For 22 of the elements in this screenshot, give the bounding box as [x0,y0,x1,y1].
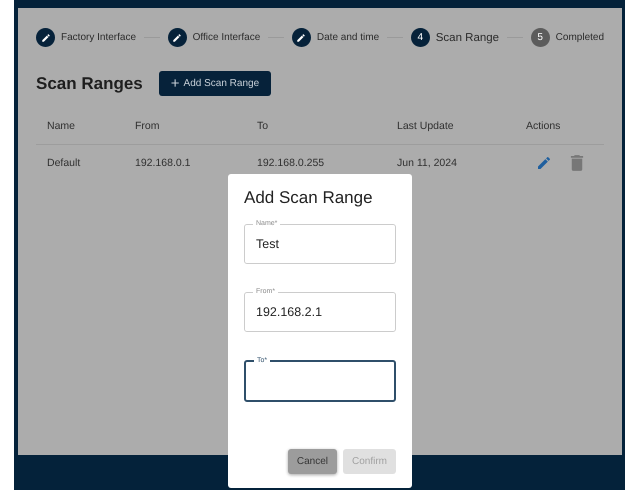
step-number: 5 [530,28,550,47]
edit-icon[interactable] [536,155,552,171]
dialog-button[interactable]: Cancel [288,449,337,474]
stepper-step[interactable]: Office Interface [168,28,260,47]
dialog-title: Add Scan Range [244,188,374,208]
step-number: 4 [410,28,430,47]
table-cell-text: 192.168.0.1 [135,157,192,169]
page-title: Scan Ranges [36,74,143,94]
table-cell-text: 192.168.0.255 [257,157,326,169]
trash-icon[interactable] [570,155,584,171]
stepper-step[interactable]: Factory Interface [36,28,136,47]
column-header: Name [47,120,76,132]
add-scan-range-button[interactable]: + Add Scan Range [158,71,272,96]
stepper-step[interactable]: 4 Scan Range [410,28,500,47]
column-header: Actions [526,120,560,132]
column-header: From [135,120,160,132]
column-header: Last Update [397,120,455,132]
column-header: To [257,120,270,132]
stepper-step[interactable]: Date and time [292,28,380,47]
table-cell-text: Default [47,157,82,169]
stepper-step[interactable]: 5 Completed [530,28,604,47]
table-cell-text: Jun 11, 2024 [397,157,458,169]
